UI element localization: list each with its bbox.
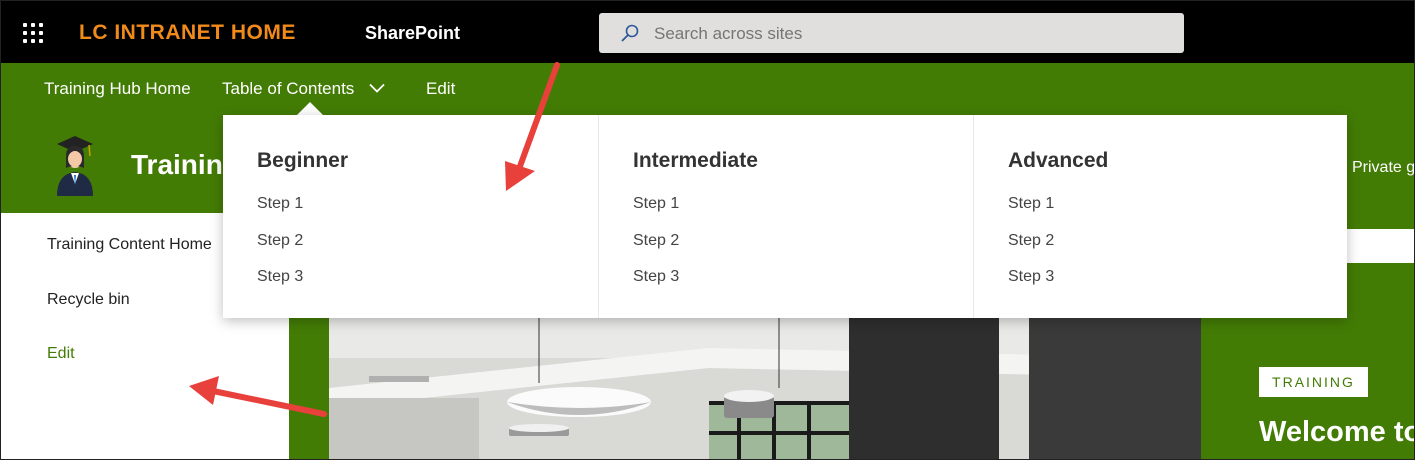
- mega-menu-column-intermediate: Intermediate Step 1 Step 2 Step 3: [598, 115, 974, 318]
- hub-nav-edit[interactable]: Edit: [426, 79, 455, 99]
- mega-menu-link-intermediate-step-2[interactable]: Step 2: [633, 232, 679, 250]
- sharepoint-app-link[interactable]: SharePoint: [365, 23, 460, 44]
- left-nav-training-content-home[interactable]: Training Content Home: [47, 236, 212, 254]
- command-bar-strip: [1347, 229, 1414, 263]
- mega-menu-heading-advanced[interactable]: Advanced: [1008, 149, 1108, 173]
- mega-menu-column-beginner: Beginner Step 1 Step 2 Step 3: [223, 115, 598, 318]
- mega-menu-link-beginner-step-2[interactable]: Step 2: [257, 232, 303, 250]
- search-box[interactable]: [599, 13, 1184, 53]
- privacy-label: Private g: [1352, 159, 1415, 176]
- welcome-heading: Welcome to: [1259, 416, 1415, 448]
- training-tag: TRAINING: [1259, 367, 1368, 397]
- mega-menu-link-advanced-step-2[interactable]: Step 2: [1008, 232, 1054, 250]
- sharepoint-window: LC INTRANET HOME SharePoint Training Hub…: [0, 0, 1415, 460]
- mega-menu-heading-beginner[interactable]: Beginner: [257, 149, 348, 173]
- hub-nav-table-of-contents[interactable]: Table of Contents: [222, 79, 354, 99]
- mega-menu-pointer: [297, 102, 323, 115]
- table-of-contents-mega-menu: Beginner Step 1 Step 2 Step 3 Intermedia…: [223, 115, 1347, 318]
- search-icon: [621, 24, 639, 42]
- mega-menu-link-beginner-step-1[interactable]: Step 1: [257, 195, 303, 213]
- search-input[interactable]: [654, 24, 1054, 44]
- hub-nav-training-hub-home[interactable]: Training Hub Home: [44, 79, 191, 99]
- left-nav-edit[interactable]: Edit: [47, 345, 75, 363]
- mega-menu-link-intermediate-step-3[interactable]: Step 3: [633, 268, 679, 286]
- mega-menu-link-intermediate-step-1[interactable]: Step 1: [633, 195, 679, 213]
- left-nav-recycle-bin[interactable]: Recycle bin: [47, 291, 130, 309]
- mega-menu-column-advanced: Advanced Step 1 Step 2 Step 3: [973, 115, 1349, 318]
- intranet-brand-link[interactable]: LC INTRANET HOME: [79, 21, 296, 45]
- mega-menu-link-advanced-step-1[interactable]: Step 1: [1008, 195, 1054, 213]
- waffle-icon[interactable]: [23, 23, 43, 43]
- hero-office-photo: [329, 318, 1201, 459]
- graduate-avatar-icon[interactable]: [53, 134, 97, 196]
- chevron-down-icon[interactable]: [369, 83, 385, 93]
- hub-navigation: Training Hub Home Table of Contents Edit: [1, 63, 1414, 114]
- mega-menu-link-advanced-step-3[interactable]: Step 3: [1008, 268, 1054, 286]
- suite-bar: LC INTRANET HOME SharePoint: [1, 1, 1414, 63]
- mega-menu-link-beginner-step-3[interactable]: Step 3: [257, 268, 303, 286]
- mega-menu-heading-intermediate[interactable]: Intermediate: [633, 149, 758, 173]
